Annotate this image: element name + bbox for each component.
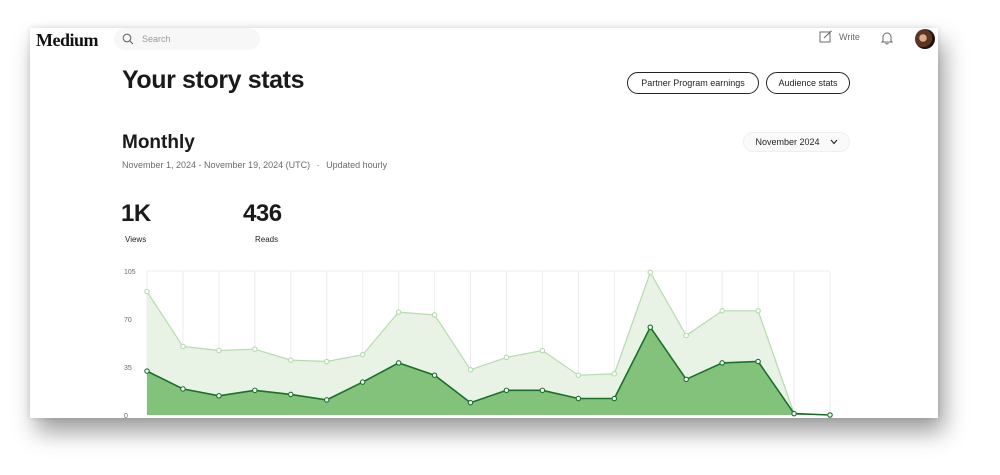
y-tick-label: 70	[124, 317, 132, 324]
views-data-point	[252, 346, 258, 352]
update-note: Updated hourly	[326, 160, 388, 170]
reads-data-point	[359, 379, 366, 385]
views-data-point	[539, 347, 546, 354]
month-dropdown[interactable]: November 2024	[743, 132, 850, 152]
monthly-stats-chart: 0 35 70 105	[124, 269, 833, 418]
pencil-square-icon	[819, 30, 832, 43]
separator-dot: ·	[316, 160, 320, 170]
y-tick-label: 0	[124, 413, 128, 418]
page-title: Your story stats	[122, 66, 305, 94]
write-button[interactable]: Write	[819, 30, 860, 44]
views-data-point	[755, 308, 761, 314]
views-data-point	[359, 351, 366, 358]
views-data-point	[647, 269, 654, 276]
reads-data-point	[791, 410, 797, 417]
views-data-point	[503, 354, 510, 361]
reads-data-point	[252, 387, 258, 394]
reads-data-point	[539, 387, 546, 394]
reads-data-point	[467, 399, 474, 406]
section-title-monthly: Monthly	[122, 132, 195, 153]
reads-data-point	[647, 324, 654, 330]
partner-program-earnings-button[interactable]: Partner Program earnings	[627, 72, 759, 94]
views-data-point	[395, 309, 402, 315]
y-tick-label: 35	[124, 365, 132, 372]
views-data-point	[575, 372, 582, 378]
user-avatar[interactable]	[915, 29, 935, 49]
reads-data-point	[323, 397, 330, 403]
medium-logo[interactable]: Medium	[36, 30, 99, 51]
reads-data-point	[288, 391, 294, 398]
write-label: Write	[839, 32, 860, 42]
chevron-down-icon	[830, 139, 837, 145]
reads-data-point	[683, 376, 689, 383]
y-tick-label: 105	[124, 269, 136, 276]
views-data-point	[216, 347, 222, 354]
reads-data-point	[611, 395, 618, 402]
views-data-point	[431, 312, 438, 318]
reads-data-point	[575, 395, 582, 402]
reads-label: Reads	[255, 235, 279, 244]
stats-page: Medium Search Write Your story stats Par…	[30, 28, 938, 418]
reads-data-point	[827, 412, 833, 418]
date-range: November 1, 2024 - November 19, 2024 (UT…	[122, 160, 311, 170]
audience-stats-button[interactable]: Audience stats	[766, 72, 850, 94]
reads-value: 436	[243, 200, 282, 227]
views-data-point	[683, 332, 689, 339]
views-data-point	[288, 357, 294, 363]
views-data-point	[467, 366, 474, 373]
reads-data-point	[755, 358, 761, 365]
views-data-point	[144, 288, 150, 295]
month-dropdown-value: November 2024	[755, 137, 820, 147]
views-value: 1K	[121, 200, 151, 227]
reads-data-point	[395, 360, 402, 366]
reads-data-point	[144, 368, 150, 374]
reads-data-point	[503, 387, 510, 394]
views-data-point	[180, 343, 186, 350]
bell-icon[interactable]	[880, 31, 894, 45]
reads-data-point	[431, 372, 438, 378]
views-data-point	[611, 371, 618, 377]
views-data-point	[719, 308, 725, 314]
search-bar[interactable]: Search	[114, 28, 260, 50]
date-range-subtitle: November 1, 2024 - November 19, 2024 (UT…	[122, 160, 387, 170]
reads-data-point	[216, 393, 222, 399]
views-label: Views	[125, 235, 147, 244]
views-data-point	[323, 358, 330, 365]
reads-data-point	[719, 360, 725, 366]
reads-data-point	[180, 386, 186, 392]
search-icon	[122, 33, 134, 45]
search-input[interactable]: Search	[142, 34, 171, 44]
